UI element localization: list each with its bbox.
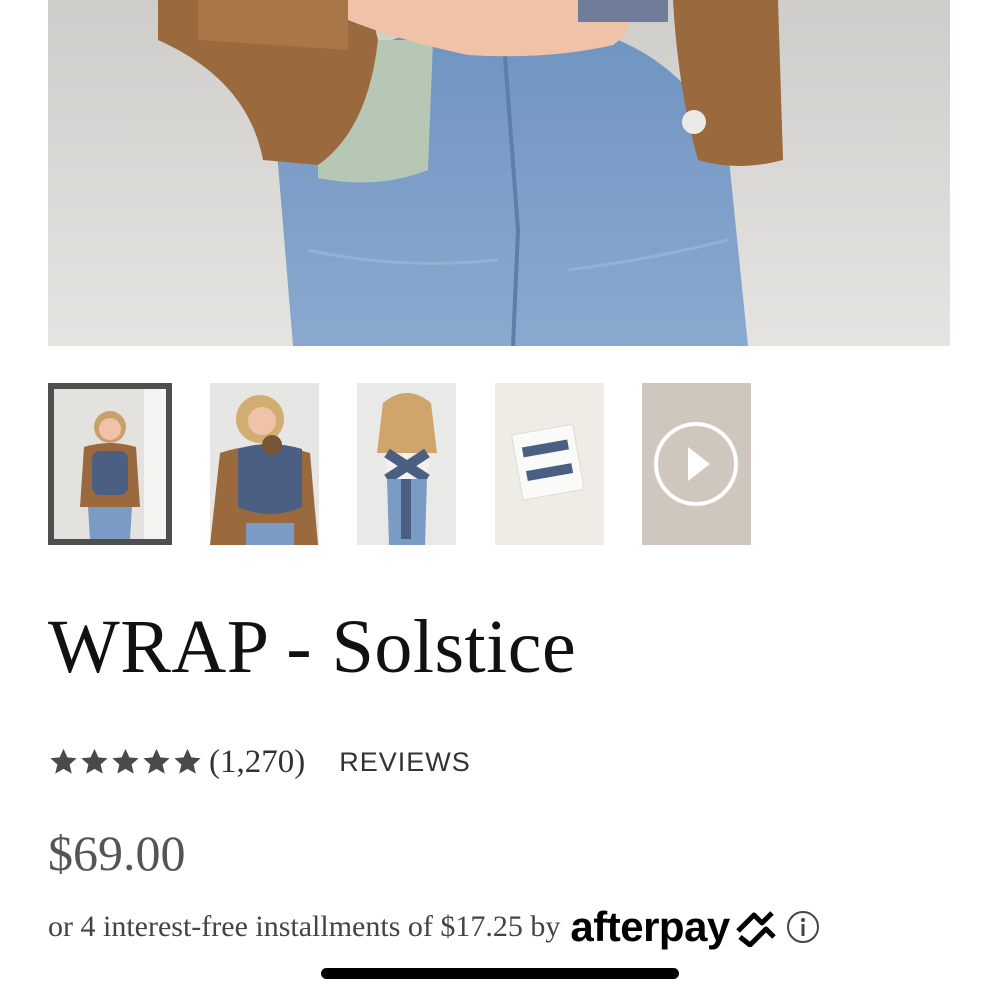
thumbnail-baby-in-wrap[interactable] [210,383,319,545]
star-icon [143,748,170,774]
afterpay-logo[interactable]: afterpay [570,903,730,951]
product-title: WRAP - Solstice [48,605,577,689]
star-icon [50,748,77,774]
star-icon [81,748,108,774]
thumbnail-back-view[interactable] [357,383,456,545]
play-icon [688,447,710,481]
star-icon [112,748,139,774]
thumbnail-video[interactable] [642,383,751,545]
installments-text: or 4 interest-free installments of $17.2… [48,910,561,943]
star-rating [48,747,203,777]
info-icon[interactable] [786,910,820,944]
afterpay-arrows-icon [736,911,776,947]
product-price: $69.00 [48,825,186,881]
star-icon [174,748,201,774]
thumbnail-packaging[interactable] [495,383,604,545]
thumbnail-front-view[interactable] [48,383,172,545]
reviews-link[interactable]: REVIEWS [339,747,471,778]
review-count[interactable]: (1,270) [209,744,305,781]
home-indicator[interactable] [321,968,679,979]
main-product-image[interactable] [48,0,950,346]
installments-row: or 4 interest-free installments of $17.2… [48,903,820,951]
rating-row[interactable]: (1,270) REVIEWS [48,738,471,786]
